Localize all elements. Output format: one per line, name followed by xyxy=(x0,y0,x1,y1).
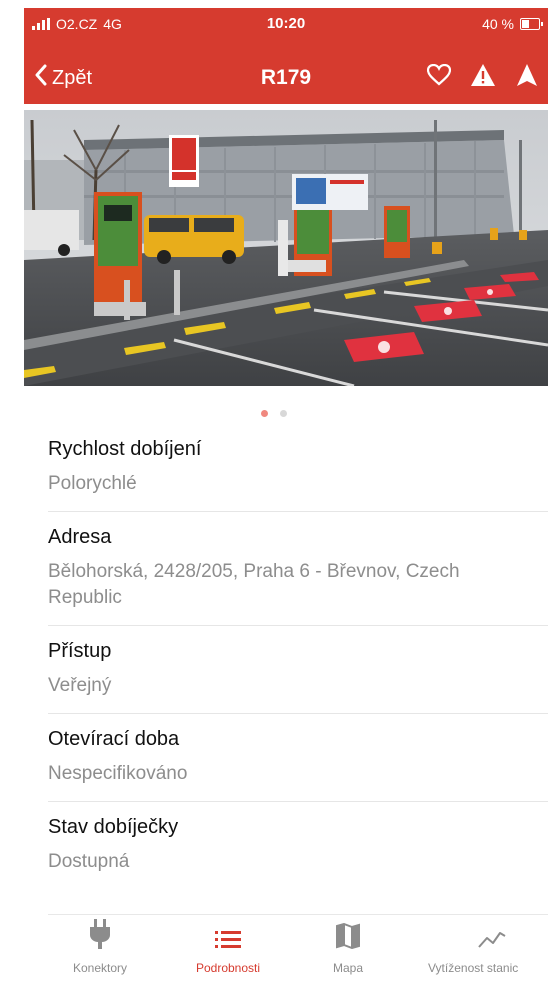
tab-label: Vytíženost stanic xyxy=(428,961,519,975)
map-icon xyxy=(336,923,360,949)
detail-value: Nespecifikováno xyxy=(48,763,188,784)
heart-icon xyxy=(427,64,451,86)
page-dot-active[interactable] xyxy=(260,410,268,417)
detail-value: Veřejný xyxy=(48,675,112,696)
detail-value: Polorychlé xyxy=(48,473,137,494)
header-bar: O2.CZ 4G 10:20 40 % Zpět R179 xyxy=(24,8,548,104)
detail-value: Dostupná xyxy=(48,851,130,872)
navigate-button[interactable] xyxy=(514,62,540,88)
detail-label: Otevírací doba xyxy=(48,728,180,750)
detail-label: Přístup xyxy=(48,640,112,662)
list-icon xyxy=(215,931,241,948)
tab-label: Konektory xyxy=(72,961,128,975)
page-dot[interactable] xyxy=(280,410,288,417)
battery-percent: 40 % xyxy=(482,16,514,32)
battery-icon xyxy=(520,18,543,30)
detail-charging-speed: Rychlost dobíjení Polorychlé xyxy=(48,424,548,512)
navigate-arrow-icon xyxy=(517,64,537,86)
tab-connectors[interactable]: Konektory xyxy=(40,915,160,982)
plug-icon xyxy=(90,919,110,949)
detail-charger-status: Stav dobíječky Dostupná xyxy=(48,802,548,889)
station-photo[interactable] xyxy=(24,110,548,386)
tab-label: Mapa xyxy=(332,961,364,975)
warning-icon xyxy=(471,64,495,86)
tab-occupancy[interactable]: Vytíženost stanic xyxy=(428,915,548,982)
detail-value[interactable]: Bělohorská, 2428/205, Praha 6 - Břevnov,… xyxy=(48,559,518,611)
detail-label: Stav dobíječky xyxy=(48,816,179,838)
chart-line-icon xyxy=(478,932,506,948)
tab-map[interactable]: Mapa xyxy=(288,915,408,982)
charging-station-image xyxy=(24,110,548,386)
station-details: Rychlost dobíjení Polorychlé Adresa Bělo… xyxy=(48,424,548,889)
status-bar: O2.CZ 4G 10:20 40 % xyxy=(24,8,548,40)
detail-access: Přístup Veřejný xyxy=(48,626,548,714)
detail-label: Rychlost dobíjení xyxy=(48,438,202,460)
report-problem-button[interactable] xyxy=(470,62,496,88)
favorite-button[interactable] xyxy=(426,62,452,88)
tab-label: Podrobnosti xyxy=(195,961,261,975)
navigation-bar: Zpět R179 xyxy=(24,52,548,104)
detail-opening-hours: Otevírací doba Nespecifikováno xyxy=(48,714,548,802)
detail-label: Adresa xyxy=(48,526,112,548)
bottom-tab-bar: Konektory Podrobnosti Mapa Vytíženost st… xyxy=(48,914,548,982)
clock: 10:20 xyxy=(266,15,306,32)
tab-details[interactable]: Podrobnosti xyxy=(168,915,288,982)
detail-address: Adresa Bělohorská, 2428/205, Praha 6 - B… xyxy=(48,512,548,626)
gallery-pagination[interactable] xyxy=(0,404,548,422)
